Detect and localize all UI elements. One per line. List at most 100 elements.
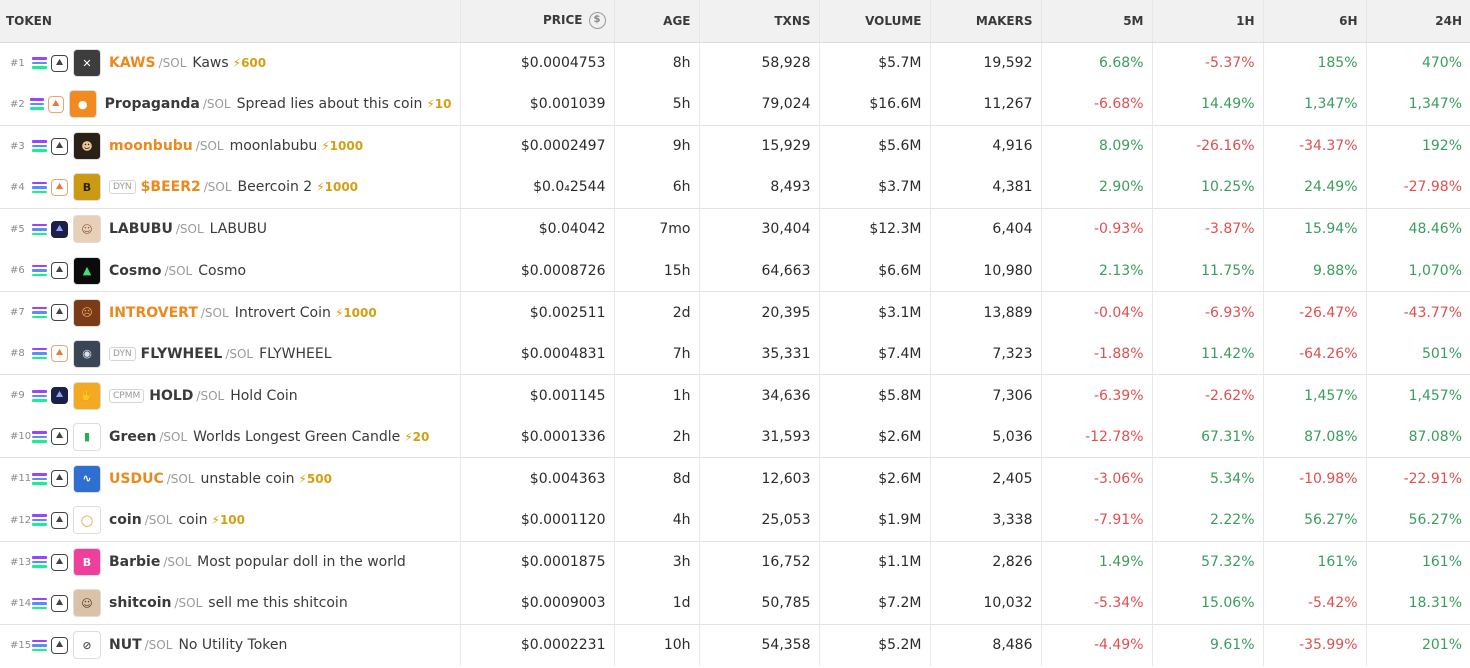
change-1h-cell: 67.31% — [1151, 416, 1263, 458]
pool-type-badge: DYN — [109, 180, 136, 195]
dex-icon: ⛰ — [51, 511, 68, 529]
age-cell: 7mo — [613, 207, 699, 250]
token-cell[interactable]: #11 ⛰ ∿ USDUC/SOL unstable coin ⚡500 — [0, 457, 460, 500]
makers-cell: 5,036 — [929, 416, 1041, 458]
makers-cell: 6,404 — [929, 207, 1041, 250]
quote-token: /SOL — [175, 222, 204, 237]
token-symbol: KAWS — [109, 55, 156, 72]
token-cell[interactable]: #1 ⛰ ✕ KAWS/SOL Kaws ⚡600 — [0, 42, 460, 84]
token-cell[interactable]: #12 ⛰ ◯ coin/SOL coin ⚡100 — [0, 500, 460, 542]
txns-cell: 15,929 — [698, 124, 819, 167]
token-name: Worlds Longest Green Candle — [193, 428, 401, 445]
quote-token: /SOL — [195, 139, 224, 154]
token-cell[interactable]: #2 ⛰ ● Propaganda/SOL Spread lies about this… — [0, 84, 460, 126]
token-symbol: FLYWHEEL — [140, 345, 223, 362]
dex-icon: ⛰ — [51, 54, 68, 72]
token-cell[interactable]: #6 ⛰ ▲ Cosmo/SOL Cosmo — [0, 250, 460, 292]
quote-token: /SOL — [144, 638, 173, 653]
header-txns[interactable]: TXNS — [698, 0, 819, 43]
boost-badge: ⚡1000 — [334, 305, 377, 320]
dex-icon: ⛰ — [51, 594, 68, 612]
table-row[interactable]: #11 ⛰ ∿ USDUC/SOL unstable coin ⚡500 $0.004363… — [0, 457, 1470, 500]
table-row[interactable]: #7 ⛰ ☹ INTROVERT/SOL Introvert Coin ⚡1000 $0.0… — [0, 291, 1470, 334]
token-cell[interactable]: #8 ⛰ ◉ DYN FLYWHEEL/SOL FLYWHEEL — [0, 333, 460, 375]
table-row[interactable]: #8 ⛰ ◉ DYN FLYWHEEL/SOL FLYWHEEL $0.0004831 7h 3… — [0, 333, 1470, 375]
token-rank: #8 — [10, 348, 25, 360]
token-rank: #6 — [10, 265, 25, 277]
header-5m[interactable]: 5M — [1040, 0, 1152, 43]
price-cell: $0.0001336 — [459, 416, 614, 458]
makers-cell: 10,980 — [929, 249, 1041, 292]
header-6h[interactable]: 6H — [1262, 0, 1366, 43]
table-row[interactable]: #14 ⛰ ☺ shitcoin/SOL sell me this shitcoin $0… — [0, 582, 1470, 625]
token-cell[interactable]: #15 ⛰ ⊘ NUT/SOL No Utility Token — [0, 623, 460, 666]
coin-logo: ◯ — [73, 506, 101, 535]
token-symbol: Green — [109, 428, 157, 445]
change-1h-cell: 5.34% — [1151, 457, 1263, 500]
change-24h-cell: -27.98% — [1365, 166, 1470, 209]
table-row[interactable]: #10 ⛰ ▮ Green/SOL Worlds Longest Green Candl… — [0, 416, 1470, 458]
table-row[interactable]: #15 ⛰ ⊘ NUT/SOL No Utility Token $0.0002231 10… — [0, 623, 1470, 666]
solana-chain-icon — [32, 263, 47, 278]
price-cell: $0.04042 — [459, 207, 614, 250]
change-1h-cell: -6.93% — [1151, 291, 1263, 334]
token-rank: #12 — [10, 514, 32, 526]
change-24h-cell: 87.08% — [1365, 416, 1470, 458]
quote-token: /SOL — [225, 346, 254, 361]
token-name: moonlabubu — [229, 138, 318, 155]
solana-chain-icon — [32, 471, 47, 486]
change-6h-cell: -10.98% — [1262, 457, 1366, 500]
dex-icon: ⛰ — [51, 262, 68, 280]
token-cell[interactable]: #3 ⛰ ☻ moonbubu/SOL moonlabubu ⚡1000 — [0, 124, 460, 167]
token-cell[interactable]: #13 ⛰ B Barbie/SOL Most popular doll in the … — [0, 540, 460, 583]
table-row[interactable]: #9 ⛰ ✋ CPMM HOLD/SOL Hold Coin $0.001145 1h 34,6… — [0, 374, 1470, 417]
table-row[interactable]: #13 ⛰ B Barbie/SOL Most popular doll in the … — [0, 540, 1470, 583]
table-row[interactable]: #4 ⛰ B DYN $BEER2/SOL Beercoin 2 ⚡1000 $0.0₄254… — [0, 166, 1470, 209]
volume-cell: $7.4M — [818, 333, 930, 375]
quote-token: /SOL — [164, 263, 193, 278]
quote-token: /SOL — [159, 429, 188, 444]
makers-cell: 4,916 — [929, 124, 1041, 167]
token-rank: #1 — [10, 57, 25, 69]
dex-icon: ⛰ — [47, 95, 64, 113]
solana-chain-icon — [30, 97, 44, 112]
header-token[interactable]: TOKEN — [0, 0, 460, 43]
header-1h[interactable]: 1H — [1151, 0, 1263, 43]
token-name: No Utility Token — [178, 637, 288, 654]
table-row[interactable]: #1 ⛰ ✕ KAWS/SOL Kaws ⚡600 $0.0004753 8h 58,928 $5… — [0, 42, 1470, 84]
age-cell: 10h — [613, 623, 699, 666]
token-cell[interactable]: #5 ⛰ ☺ LABUBU/SOL LABUBU — [0, 207, 460, 250]
header-age[interactable]: AGE — [613, 0, 699, 43]
header-24h[interactable]: 24H — [1365, 0, 1470, 43]
quote-token: /SOL — [196, 388, 225, 403]
solana-chain-icon — [32, 346, 47, 361]
header-volume[interactable]: VOLUME — [818, 0, 930, 43]
table-row[interactable]: #3 ⛰ ☻ moonbubu/SOL moonlabubu ⚡1000 $0.000249… — [0, 124, 1470, 167]
change-6h-cell: 185% — [1262, 42, 1366, 84]
token-symbol: NUT — [109, 637, 142, 654]
table-row[interactable]: #12 ⛰ ◯ coin/SOL coin ⚡100 $0.0001120 4h 25,053 $… — [0, 499, 1470, 542]
token-name: Spread lies about this coin — [236, 96, 423, 113]
token-cell[interactable]: #10 ⛰ ▮ Green/SOL Worlds Longest Green Candl… — [0, 416, 460, 458]
table-row[interactable]: #5 ⛰ ☺ LABUBU/SOL LABUBU $0.04042 7mo 30,404 $12… — [0, 207, 1470, 250]
price-cell: $0.0001120 — [459, 499, 614, 542]
token-cell[interactable]: #7 ⛰ ☹ INTROVERT/SOL Introvert Coin ⚡1000 — [0, 291, 460, 334]
token-symbol: $BEER2 — [140, 179, 201, 196]
table-row[interactable]: #2 ⛰ ● Propaganda/SOL Spread lies about this… — [0, 83, 1470, 126]
token-cell[interactable]: #9 ⛰ ✋ CPMM HOLD/SOL Hold Coin — [0, 374, 460, 417]
change-6h-cell: -26.47% — [1262, 291, 1366, 334]
makers-cell: 13,889 — [929, 291, 1041, 334]
change-5m-cell: -5.34% — [1040, 582, 1152, 625]
header-makers[interactable]: MAKERS — [929, 0, 1041, 43]
change-1h-cell: 15.06% — [1151, 582, 1263, 625]
currency-toggle-icon[interactable]: $ — [588, 12, 606, 30]
dex-icon: ⛰ — [51, 178, 68, 196]
pool-type-badge: DYN — [109, 346, 136, 361]
solana-chain-icon — [32, 180, 47, 195]
quote-token: /SOL — [158, 56, 187, 71]
table-row[interactable]: #6 ⛰ ▲ Cosmo/SOL Cosmo $0.0008726 15h 64,663 $6.… — [0, 249, 1470, 292]
header-price[interactable]: PRICE $ — [459, 0, 614, 43]
price-cell: $0.0₄2544 — [459, 166, 614, 209]
token-cell[interactable]: #4 ⛰ B DYN $BEER2/SOL Beercoin 2 ⚡1000 — [0, 167, 460, 209]
token-cell[interactable]: #14 ⛰ ☺ shitcoin/SOL sell me this shitcoin — [0, 583, 460, 625]
